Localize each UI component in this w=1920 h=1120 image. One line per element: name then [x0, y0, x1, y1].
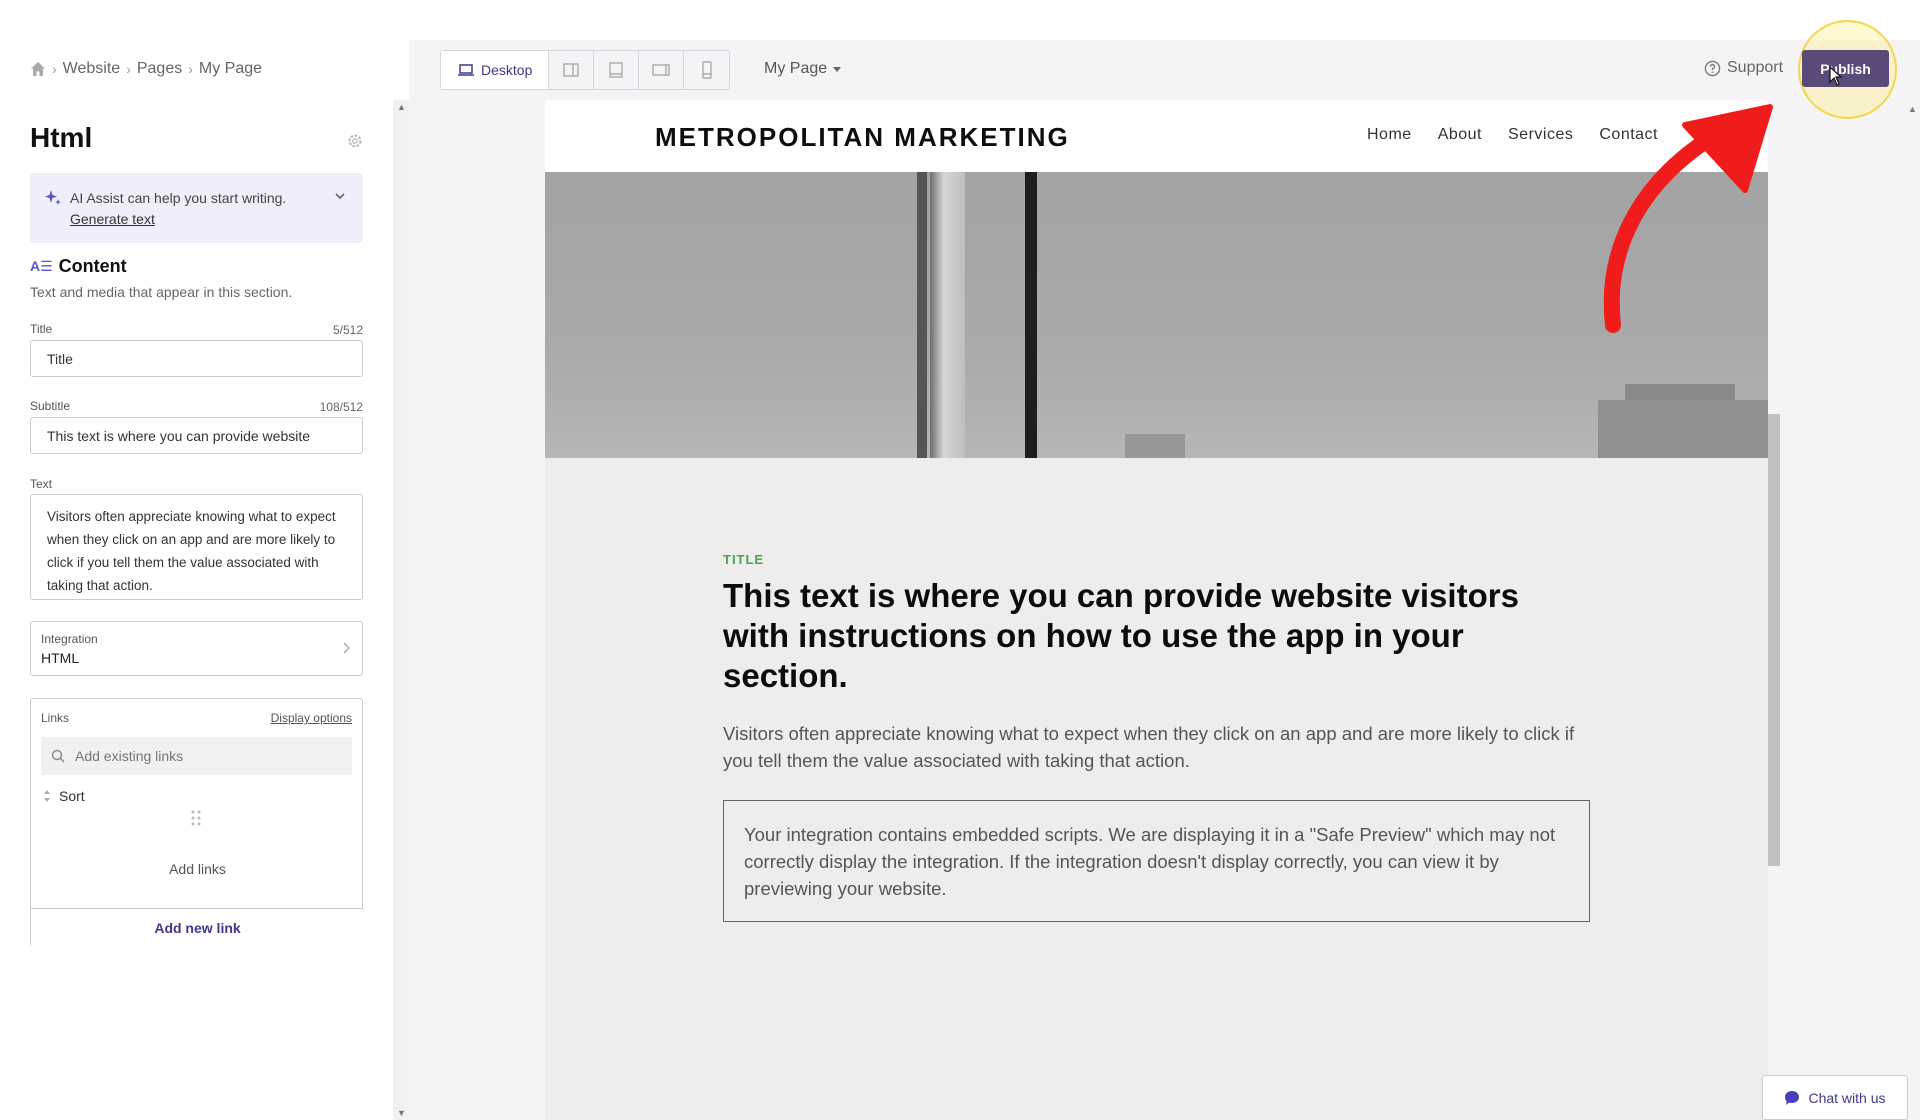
- tablet-landscape-button[interactable]: [639, 51, 685, 89]
- breadcrumb-separator: ›: [52, 61, 57, 77]
- desktop-label: Desktop: [481, 62, 533, 78]
- hero-pillar: [1025, 172, 1037, 458]
- tablet-icon: [609, 62, 624, 78]
- caret-down-icon: [833, 66, 842, 72]
- support-link[interactable]: Support: [1704, 59, 1783, 77]
- hero-pillar: [930, 172, 965, 458]
- hero-building: [1125, 434, 1185, 458]
- breadcrumb-website[interactable]: Website: [63, 60, 121, 78]
- ai-assist-text: AI Assist can help you start writing.: [70, 190, 287, 206]
- breadcrumb-pages[interactable]: Pages: [137, 60, 182, 78]
- help-circle-icon: [1704, 60, 1721, 76]
- ai-assist-box: AI Assist can help you start writing. Ge…: [30, 173, 363, 243]
- publish-button[interactable]: Publish: [1802, 50, 1889, 87]
- tablet-landscape-sidebar-button[interactable]: [549, 51, 595, 89]
- sparkle-icon: [45, 190, 61, 205]
- tablet-sidebar-icon: [563, 63, 580, 77]
- gear-icon[interactable]: [346, 132, 364, 150]
- chevron-right-icon: [343, 642, 351, 654]
- tablet-landscape-icon: [652, 64, 671, 76]
- safe-preview-notice: Your integration contains embedded scrip…: [723, 800, 1590, 922]
- section-title: This text is where you can provide websi…: [723, 577, 1519, 694]
- phone-icon: [702, 61, 712, 79]
- subtitle-field-count: 108/512: [319, 400, 363, 414]
- breadcrumb-my-page: My Page: [198, 60, 263, 77]
- chevron-down-icon[interactable]: [333, 189, 347, 203]
- nav-about[interactable]: About: [1438, 126, 1482, 144]
- left-panel: › Website › Pages › My Page Html AI Assi…: [0, 0, 393, 1120]
- add-links-empty-text: Add links: [169, 861, 226, 877]
- mobile-view-button[interactable]: [684, 51, 729, 89]
- content-title: Content: [58, 256, 127, 276]
- breadcrumb-separator: ›: [126, 61, 131, 77]
- nav-services[interactable]: Services: [1508, 126, 1573, 144]
- integration-value: HTML: [41, 650, 80, 666]
- hero-image: [545, 172, 1768, 458]
- device-switcher: Desktop: [440, 50, 731, 90]
- links-box: Links Display options Sort Add links Add…: [30, 698, 364, 948]
- scroll-up-arrow-icon[interactable]: ▲: [1908, 104, 1917, 114]
- desktop-view-button[interactable]: Desktop: [441, 51, 550, 89]
- site-logo[interactable]: METROPOLITAN MARKETING: [655, 122, 1070, 153]
- links-label: Links: [41, 711, 70, 725]
- editor-toolbar: Desktop My Page Support Publish: [409, 20, 1920, 119]
- hero-building: [1598, 400, 1768, 458]
- hero-pillar: [917, 172, 927, 458]
- integration-label: Integration: [41, 632, 98, 646]
- laptop-icon: [458, 64, 474, 76]
- subtitle-input[interactable]: [30, 417, 363, 454]
- panel-title: Html: [30, 122, 93, 153]
- scroll-down-arrow-icon[interactable]: ▼: [397, 1108, 406, 1118]
- page-select-label: My Page: [764, 60, 828, 77]
- site-header: METROPOLITAN MARKETING Home About Servic…: [545, 100, 1768, 172]
- preview-scrollbar-thumb[interactable]: [1768, 414, 1780, 866]
- sort-icon: [44, 790, 50, 802]
- support-label: Support: [1727, 59, 1784, 76]
- section-label: TITLE: [723, 552, 765, 567]
- home-icon[interactable]: [30, 61, 46, 77]
- content-heading: A☰ Content: [30, 256, 127, 277]
- tablet-portrait-button[interactable]: [594, 51, 640, 89]
- app-root: › Website › Pages › My Page Html AI Assi…: [0, 0, 1920, 1120]
- title-field-label: Title: [30, 322, 53, 336]
- sort-label: Sort: [59, 788, 85, 804]
- content-description: Text and media that appear in this secti…: [30, 284, 293, 300]
- links-search-input[interactable]: [41, 737, 352, 775]
- generate-text-link[interactable]: Generate text: [70, 211, 155, 227]
- text-field-label: Text: [30, 477, 53, 491]
- text-textarea[interactable]: Visitors often appreciate knowing what t…: [30, 494, 363, 600]
- breadcrumb-separator: ›: [188, 61, 193, 77]
- breadcrumb: › Website › Pages › My Page: [30, 60, 262, 78]
- title-input[interactable]: [30, 340, 363, 377]
- add-new-link-button[interactable]: Add new link: [31, 908, 364, 948]
- chat-with-us-button[interactable]: Chat with us: [1762, 1075, 1908, 1120]
- mouse-cursor-icon: [1829, 66, 1843, 86]
- nav-home[interactable]: Home: [1367, 126, 1412, 144]
- chat-label: Chat with us: [1808, 1089, 1886, 1106]
- search-icon: [51, 749, 65, 763]
- website-preview: METROPOLITAN MARKETING Home About Servic…: [545, 100, 1768, 1120]
- sort-control[interactable]: Sort: [43, 788, 85, 804]
- editor-scrollbar[interactable]: ▲: [1904, 100, 1920, 1120]
- subtitle-field-label: Subtitle: [30, 399, 71, 413]
- page-selector[interactable]: My Page: [764, 60, 842, 78]
- title-field-count: 5/512: [332, 323, 363, 337]
- red-arrow-annotation-icon: [1603, 104, 1773, 333]
- display-options-link[interactable]: Display options: [271, 711, 352, 725]
- integration-selector[interactable]: Integration HTML: [30, 621, 363, 676]
- left-panel-scrollbar[interactable]: ▲ ▼: [393, 100, 409, 1120]
- drag-handle-icon: [191, 810, 201, 826]
- section-body: Visitors often appreciate knowing what t…: [723, 723, 1575, 771]
- scroll-up-arrow-icon[interactable]: ▲: [397, 102, 406, 112]
- text-media-icon: A☰: [30, 258, 53, 274]
- chat-bubble-icon: [1785, 1090, 1800, 1105]
